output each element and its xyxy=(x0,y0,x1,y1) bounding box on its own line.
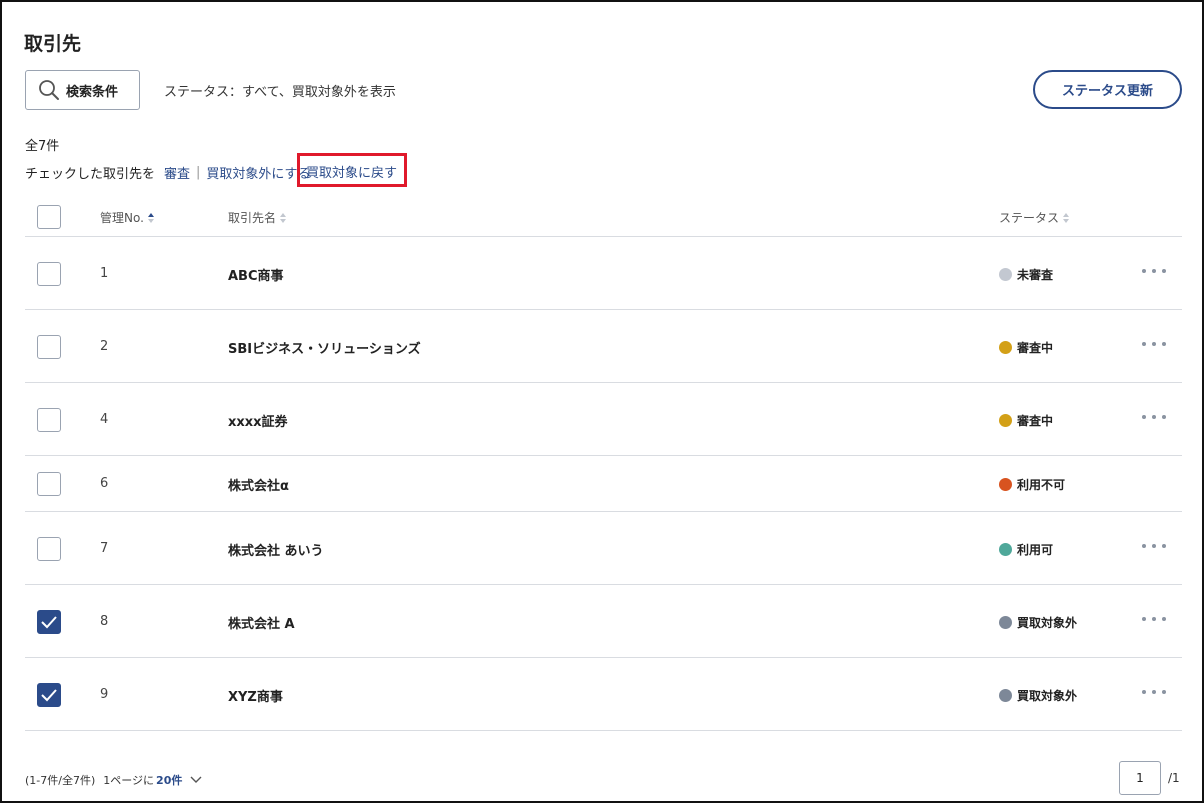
bulk-actions: チェックした取引先を 審査 | 買取対象外にする xyxy=(25,162,311,182)
status-dot-icon xyxy=(999,616,1012,629)
page-frame: 取引先 検索条件 ステータス：すべて、買取対象外を表示 ステータス更新 全7件 … xyxy=(0,0,1204,803)
row-checkbox[interactable] xyxy=(37,683,61,707)
table-row[interactable]: 2 SBIビジネス・ソリューションズ 審査中 xyxy=(25,310,1182,383)
table-row[interactable]: 7 株式会社 あいう 利用可 xyxy=(25,512,1182,585)
status-dot-icon xyxy=(999,414,1012,427)
total-count: 全7件 xyxy=(25,139,60,154)
search-icon xyxy=(38,79,60,101)
status-badge: 買取対象外 xyxy=(999,614,1077,631)
bulk-exclude-link[interactable]: 買取対象外にする xyxy=(206,163,310,182)
select-all-checkbox[interactable] xyxy=(37,205,61,229)
status-label: 買取対象外 xyxy=(1017,616,1078,630)
row-id: 8 xyxy=(100,614,109,629)
status-label: 利用可 xyxy=(1017,543,1054,557)
bulk-actions-prefix: チェックした取引先を xyxy=(25,166,156,182)
search-conditions-button[interactable]: 検索条件 xyxy=(25,70,140,110)
status-dot-icon xyxy=(999,543,1012,556)
row-checkbox[interactable] xyxy=(37,472,61,496)
divider: | xyxy=(196,164,201,180)
per-page-select[interactable]: 20件 xyxy=(156,772,182,788)
status-badge: 審査中 xyxy=(999,412,1053,429)
row-partner-name: 株式会社α xyxy=(228,479,289,494)
status-badge: 買取対象外 xyxy=(999,687,1077,704)
partners-table: 管理No. 取引先名 ステータス 1 ABC商事 未審査 2 SBIビジネス・ソリューシ… xyxy=(25,197,1182,731)
row-checkbox[interactable] xyxy=(37,537,61,561)
row-id: 7 xyxy=(100,541,109,556)
row-id: 4 xyxy=(100,412,109,427)
status-label: 未審査 xyxy=(1017,268,1054,282)
status-dot-icon xyxy=(999,268,1012,281)
row-checkbox[interactable] xyxy=(37,262,61,286)
header-status-label: ステータス xyxy=(999,211,1060,225)
page-title: 取引先 xyxy=(24,33,82,55)
row-partner-name: ABC商事 xyxy=(228,269,284,284)
status-label: 審査中 xyxy=(1017,341,1054,355)
sort-icon xyxy=(1063,212,1070,223)
header-status[interactable]: ステータス xyxy=(999,209,1070,226)
checkmark-icon xyxy=(41,689,57,702)
result-range: (1-7件/全7件) xyxy=(25,774,96,787)
status-dot-icon xyxy=(999,689,1012,702)
bulk-restore-link[interactable]: 買取対象に戻す xyxy=(306,162,397,181)
status-dot-icon xyxy=(999,478,1012,491)
row-partner-name: SBIビジネス・ソリューションズ xyxy=(228,342,421,357)
row-checkbox[interactable] xyxy=(37,408,61,432)
table-header: 管理No. 取引先名 ステータス xyxy=(25,197,1182,237)
table-row[interactable]: 9 XYZ商事 買取対象外 xyxy=(25,658,1182,731)
row-partner-name: 株式会社 あいう xyxy=(228,544,324,559)
chevron-down-icon[interactable] xyxy=(190,776,202,784)
row-id: 1 xyxy=(100,266,109,281)
sort-icon xyxy=(147,212,154,223)
status-badge: 利用可 xyxy=(999,541,1053,558)
status-label: 利用不可 xyxy=(1017,478,1066,492)
table-row[interactable]: 1 ABC商事 未審査 xyxy=(25,237,1182,310)
more-options-icon[interactable] xyxy=(1142,265,1166,277)
more-options-icon[interactable] xyxy=(1142,411,1166,423)
more-options-icon[interactable] xyxy=(1142,338,1166,350)
header-name[interactable]: 取引先名 xyxy=(228,209,287,226)
more-options-icon[interactable] xyxy=(1142,540,1166,552)
table-row[interactable]: 8 株式会社 A 買取対象外 xyxy=(25,585,1182,658)
header-id-label: 管理No. xyxy=(100,211,144,225)
header-name-label: 取引先名 xyxy=(228,211,277,225)
more-options-icon[interactable] xyxy=(1142,686,1166,698)
active-filter-text: ステータス：すべて、買取対象外を表示 xyxy=(164,85,396,100)
status-badge: 未審査 xyxy=(999,266,1053,283)
per-page-prefix: 1ページに xyxy=(103,774,155,787)
row-checkbox[interactable] xyxy=(37,610,61,634)
sort-icon xyxy=(280,212,287,223)
page-total: /1 xyxy=(1168,771,1180,785)
row-id: 2 xyxy=(100,339,109,354)
status-label: 買取対象外 xyxy=(1017,689,1078,703)
status-badge: 利用不可 xyxy=(999,476,1065,493)
row-id: 9 xyxy=(100,687,109,702)
row-partner-name: XYZ商事 xyxy=(228,690,283,705)
checkmark-icon xyxy=(41,616,57,629)
pagination-info: (1-7件/全7件) 1ページに 20件 xyxy=(25,772,202,788)
header-id[interactable]: 管理No. xyxy=(100,209,154,226)
table-body: 1 ABC商事 未審査 2 SBIビジネス・ソリューションズ 審査中 4 xxxx証券 審査中 6… xyxy=(25,237,1182,731)
row-partner-name: xxxx証券 xyxy=(228,415,288,430)
table-row[interactable]: 4 xxxx証券 審査中 xyxy=(25,383,1182,456)
status-dot-icon xyxy=(999,341,1012,354)
page-number-input[interactable]: 1 xyxy=(1119,761,1161,795)
row-partner-name: 株式会社 A xyxy=(228,617,295,632)
table-row[interactable]: 6 株式会社α 利用不可 xyxy=(25,456,1182,512)
status-update-button[interactable]: ステータス更新 xyxy=(1033,70,1182,109)
row-id: 6 xyxy=(100,476,109,491)
search-conditions-label: 検索条件 xyxy=(66,84,119,100)
status-badge: 審査中 xyxy=(999,339,1053,356)
status-label: 審査中 xyxy=(1017,414,1054,428)
row-checkbox[interactable] xyxy=(37,335,61,359)
more-options-icon[interactable] xyxy=(1142,613,1166,625)
bulk-review-link[interactable]: 審査 xyxy=(164,163,190,182)
